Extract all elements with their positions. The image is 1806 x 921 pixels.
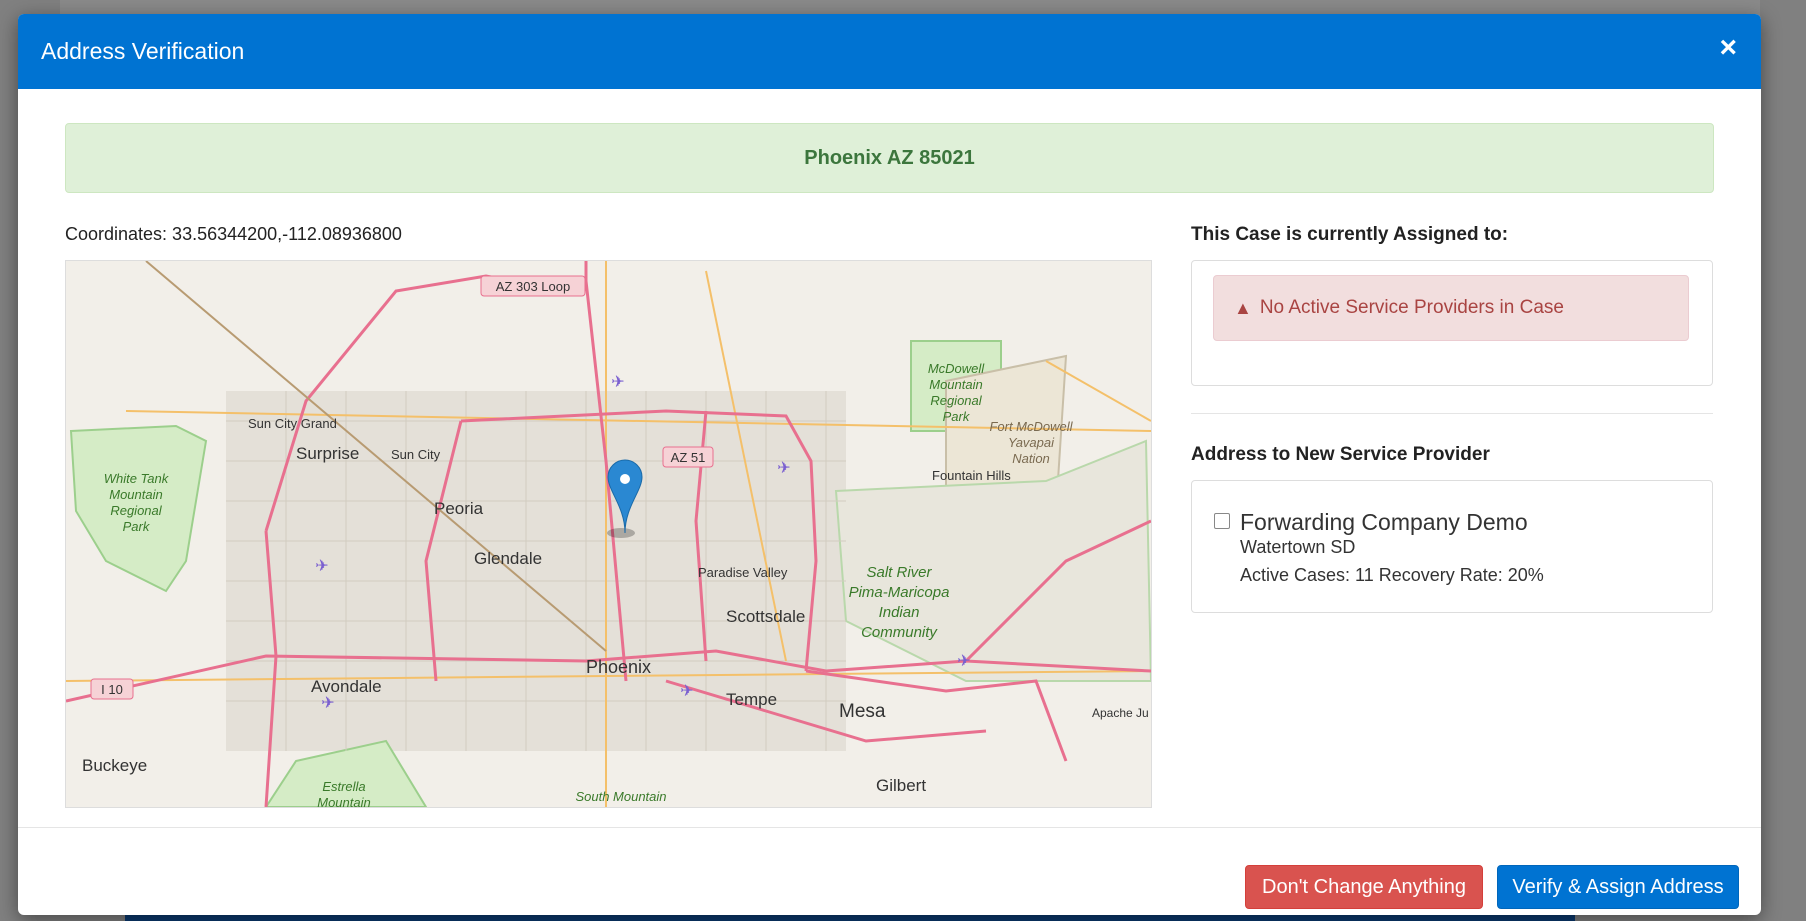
- map-label-mcdowell-3: Regional: [930, 393, 982, 408]
- alert-text: No Active Service Providers in Case: [1259, 297, 1564, 318]
- map-label-fort-mcdowell-1: Fort McDowell: [989, 419, 1073, 434]
- map-label-sun-city-grand: Sun City Grand: [248, 416, 337, 431]
- map-label-salt-river-4: Community: [861, 624, 938, 641]
- map-label-white-tank-4: Park: [123, 519, 151, 534]
- airport-icon: ✈: [680, 683, 693, 700]
- airport-icon: ✈: [957, 653, 970, 670]
- map-label-buckeye: Buckeye: [82, 756, 147, 775]
- map-label-phoenix: Phoenix: [586, 657, 651, 677]
- map-label-mcdowell-1: McDowell: [928, 361, 985, 376]
- map-label-mcdowell-2: Mountain: [929, 377, 982, 392]
- modal-footer: Don't Change Anything Verify & Assign Ad…: [18, 827, 1761, 915]
- provider-name: Forwarding Company Demo: [1240, 509, 1528, 535]
- map-label-glendale: Glendale: [474, 549, 542, 568]
- address-verification-modal: Address Verification × Phoenix AZ 85021 …: [18, 14, 1761, 915]
- map-label-salt-river-3: Indian: [879, 604, 920, 621]
- airport-icon: ✈: [321, 695, 334, 712]
- map-canvas[interactable]: AZ 303 Loop AZ 51 I 10 Sun City Grand Su…: [66, 261, 1151, 807]
- modal-header: Address Verification ×: [18, 14, 1761, 89]
- airport-icon: ✈: [777, 460, 790, 477]
- map-label-gilbert: Gilbert: [876, 776, 926, 795]
- address-banner: Phoenix AZ 85021: [65, 123, 1714, 193]
- map-label-mesa: Mesa: [839, 701, 886, 722]
- close-icon[interactable]: ×: [1719, 33, 1737, 63]
- provider-panel: Forwarding Company Demo Watertown SD Act…: [1191, 480, 1713, 613]
- map-label-south-mountain: South Mountain: [575, 789, 666, 804]
- map-label-white-tank-2: Mountain: [109, 487, 162, 502]
- map-label-paradise-valley: Paradise Valley: [698, 565, 788, 580]
- map-label-avondale: Avondale: [311, 677, 382, 696]
- warning-icon: ▲: [1234, 297, 1252, 318]
- map-label-surprise: Surprise: [296, 444, 359, 463]
- coordinates-text: Coordinates: 33.56344200,-112.08936800: [65, 224, 402, 244]
- assigned-panel: ▲ No Active Service Providers in Case: [1191, 260, 1713, 386]
- new-provider-heading: Address to New Service Provider: [1191, 444, 1490, 465]
- no-providers-alert: ▲ No Active Service Providers in Case: [1213, 275, 1689, 341]
- road-label-i10: I 10: [101, 682, 123, 697]
- map-label-white-tank-3: Regional: [110, 503, 162, 518]
- map-label-mcdowell-4: Park: [943, 409, 971, 424]
- map-label-fountain-hills: Fountain Hills: [932, 468, 1011, 483]
- map-label-fort-mcdowell-3: Nation: [1012, 451, 1050, 466]
- map-label-white-tank-1: White Tank: [104, 471, 170, 486]
- airport-icon: ✈: [315, 558, 328, 575]
- map-label-estrella-2: Mountain: [317, 795, 370, 807]
- map-label-fort-mcdowell-2: Yavapai: [1008, 435, 1055, 450]
- map-label-peoria: Peoria: [434, 499, 484, 518]
- modal-title: Address Verification: [41, 38, 245, 64]
- map-label-apache-junction: Apache Ju: [1092, 706, 1149, 720]
- map-label-estrella-1: Estrella: [322, 779, 365, 794]
- assigned-heading: This Case is currently Assigned to:: [1191, 224, 1509, 245]
- road-label-az51: AZ 51: [671, 450, 706, 465]
- right-column: This Case is currently Assigned to: ▲ No…: [1191, 224, 1713, 613]
- map-label-sun-city: Sun City: [391, 447, 441, 462]
- dont-change-button[interactable]: Don't Change Anything: [1245, 865, 1483, 909]
- provider-checkbox[interactable]: [1214, 513, 1230, 529]
- section-divider: [1191, 413, 1713, 414]
- map-label-scottsdale: Scottsdale: [726, 607, 805, 626]
- map-view[interactable]: AZ 303 Loop AZ 51 I 10 Sun City Grand Su…: [65, 260, 1152, 808]
- map-label-salt-river-1: Salt River: [866, 564, 932, 581]
- map-label-tempe: Tempe: [726, 690, 777, 709]
- map-label-salt-river-2: Pima-Maricopa: [849, 584, 950, 601]
- road-label-az303: AZ 303 Loop: [496, 279, 570, 294]
- verify-assign-button[interactable]: Verify & Assign Address: [1497, 865, 1739, 909]
- airport-icon: ✈: [611, 374, 624, 391]
- provider-stats: Active Cases: 11 Recovery Rate: 20%: [1240, 565, 1544, 585]
- provider-location: Watertown SD: [1240, 537, 1356, 557]
